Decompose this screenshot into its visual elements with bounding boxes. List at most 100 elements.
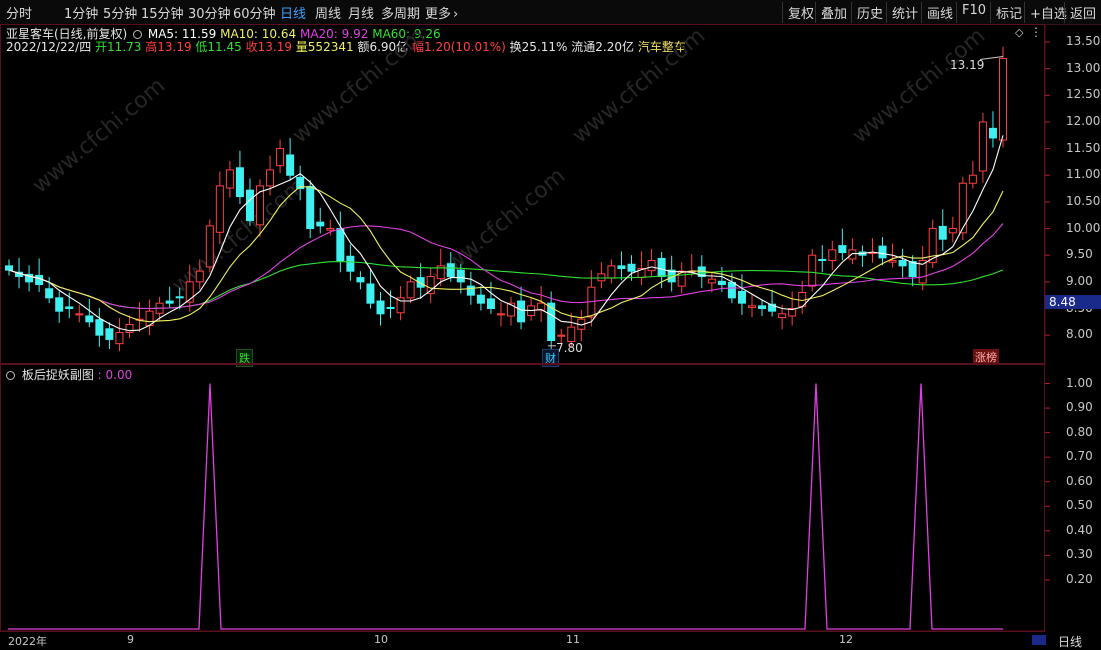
candle-body xyxy=(707,278,716,284)
candle-body xyxy=(908,261,917,278)
candle-body xyxy=(235,167,244,198)
tab-period-60min[interactable]: 60分钟 xyxy=(233,3,276,22)
tab-period-1min[interactable]: 1分钟 xyxy=(64,3,98,22)
high-price-label: 13.19 xyxy=(950,58,985,72)
x-label-dec: 12 xyxy=(839,633,853,646)
candle-body xyxy=(828,249,837,262)
candle-body xyxy=(988,127,997,139)
current-price-tag: 8.48 xyxy=(1045,295,1101,309)
adjust-button[interactable]: 复权 xyxy=(782,2,819,23)
candle-body xyxy=(286,154,295,176)
watermark-text: www.cfchi.com xyxy=(28,73,170,198)
price-tick-label: 8.00 xyxy=(1066,327,1093,342)
chevron-right-icon: › xyxy=(453,7,459,22)
draw-button[interactable]: 画线 xyxy=(921,2,958,23)
candle-body xyxy=(175,296,184,299)
candle-body xyxy=(276,148,285,167)
candle-body xyxy=(848,249,857,260)
candle-body xyxy=(215,185,224,233)
price-tick-label: 13.50 xyxy=(1066,34,1101,48)
back-button[interactable]: 返回 xyxy=(1064,2,1101,23)
candle-body xyxy=(476,294,485,304)
x-label-oct: 10 xyxy=(374,633,388,646)
tab-period-more[interactable]: 更多 › xyxy=(425,3,458,22)
candle-body xyxy=(657,257,666,278)
candle-body xyxy=(35,274,44,286)
signal-line xyxy=(8,383,1003,630)
price-tick-label: 12.50 xyxy=(1066,87,1101,102)
sub-tick-label: 0.90 xyxy=(1066,400,1093,415)
sub-indicator-chart[interactable] xyxy=(0,364,1101,632)
candle-body xyxy=(366,283,375,304)
overlay-button[interactable]: 叠加 xyxy=(815,2,852,23)
candle-body xyxy=(456,269,465,283)
period-indicator[interactable]: 日线 xyxy=(1058,633,1082,650)
watermark-text: www.cfchi.com xyxy=(568,24,710,149)
candle-body xyxy=(356,277,365,283)
candle-body xyxy=(717,280,726,286)
candle-body xyxy=(95,319,104,336)
candle-body xyxy=(386,306,395,309)
candle-body xyxy=(115,331,124,345)
x-label-sep: 9 xyxy=(127,633,134,646)
price-tick-label: 10.00 xyxy=(1066,220,1101,235)
candle-body xyxy=(898,260,907,267)
candle-body xyxy=(55,297,64,312)
sub-tick-label: 0.30 xyxy=(1066,547,1093,562)
watermark-text: www.cfchi.com xyxy=(848,24,990,149)
tab-period-monthly[interactable]: 月线 xyxy=(348,3,374,22)
sub-tick-label: 0.20 xyxy=(1066,571,1093,586)
sub-tick-label: 0.80 xyxy=(1066,424,1093,439)
candle-body xyxy=(496,313,505,316)
watermark-text: www.cfchi.com xyxy=(288,24,430,149)
history-button[interactable]: 历史 xyxy=(851,2,888,23)
candle-body xyxy=(466,285,475,296)
candle-body xyxy=(316,221,325,227)
candle-body xyxy=(45,288,54,299)
sub-tick-label: 0.40 xyxy=(1066,522,1093,537)
sub-tick-label: 0.60 xyxy=(1066,473,1093,488)
candle-body xyxy=(266,169,275,187)
tab-period-15min[interactable]: 15分钟 xyxy=(141,3,184,22)
ma60-line xyxy=(8,261,1004,310)
candle-body xyxy=(65,306,74,310)
candle-body xyxy=(838,245,847,254)
candle-body xyxy=(245,189,254,222)
f10-button[interactable]: F10 xyxy=(956,2,991,23)
period-switch-button[interactable] xyxy=(1032,635,1046,645)
candle-body xyxy=(75,313,84,316)
candle-body xyxy=(758,305,767,309)
candle-body xyxy=(326,228,335,231)
candle-body xyxy=(195,270,204,283)
sub-tick-label: 1.00 xyxy=(1066,375,1093,390)
sub-tick-label: 0.70 xyxy=(1066,449,1093,464)
candle-body xyxy=(778,313,787,319)
tab-period-fenshi[interactable]: 分时 xyxy=(6,3,32,22)
more-label: 更多 xyxy=(425,7,452,22)
price-tick-label: 13.00 xyxy=(1066,60,1101,75)
candle-body xyxy=(517,300,526,323)
price-tick-label: 10.50 xyxy=(1066,193,1101,208)
tab-period-daily[interactable]: 日线 xyxy=(280,3,306,22)
mark-button[interactable]: 标记 xyxy=(990,2,1027,23)
candle-body xyxy=(627,263,636,272)
price-tick-label: 9.50 xyxy=(1066,247,1093,262)
tab-period-multi[interactable]: 多周期 xyxy=(381,3,420,22)
low-price-label: 7.80 xyxy=(556,341,583,355)
sub-tick-label: 0.50 xyxy=(1066,498,1093,513)
candle-body xyxy=(978,121,987,172)
candle-body xyxy=(878,245,887,259)
price-tick-label: 11.00 xyxy=(1066,167,1101,182)
tab-period-5min[interactable]: 5分钟 xyxy=(103,3,137,22)
statistics-button[interactable]: 统计 xyxy=(886,2,923,23)
candlestick-chart[interactable]: www.cfchi.com www.cfchi.com www.cfchi.com w… xyxy=(0,24,1101,365)
price-tick-label: 9.00 xyxy=(1066,273,1093,288)
period-toolbar: 分时 1分钟 5分钟 15分钟 30分钟 60分钟 日线 周线 月线 多周期 更… xyxy=(0,0,1101,25)
candle-body xyxy=(446,263,455,278)
candle-body xyxy=(948,228,957,234)
tab-period-weekly[interactable]: 周线 xyxy=(315,3,341,22)
candle-body xyxy=(165,300,174,304)
candle-body xyxy=(808,254,817,287)
candle-body xyxy=(376,300,385,315)
tab-period-30min[interactable]: 30分钟 xyxy=(188,3,231,22)
